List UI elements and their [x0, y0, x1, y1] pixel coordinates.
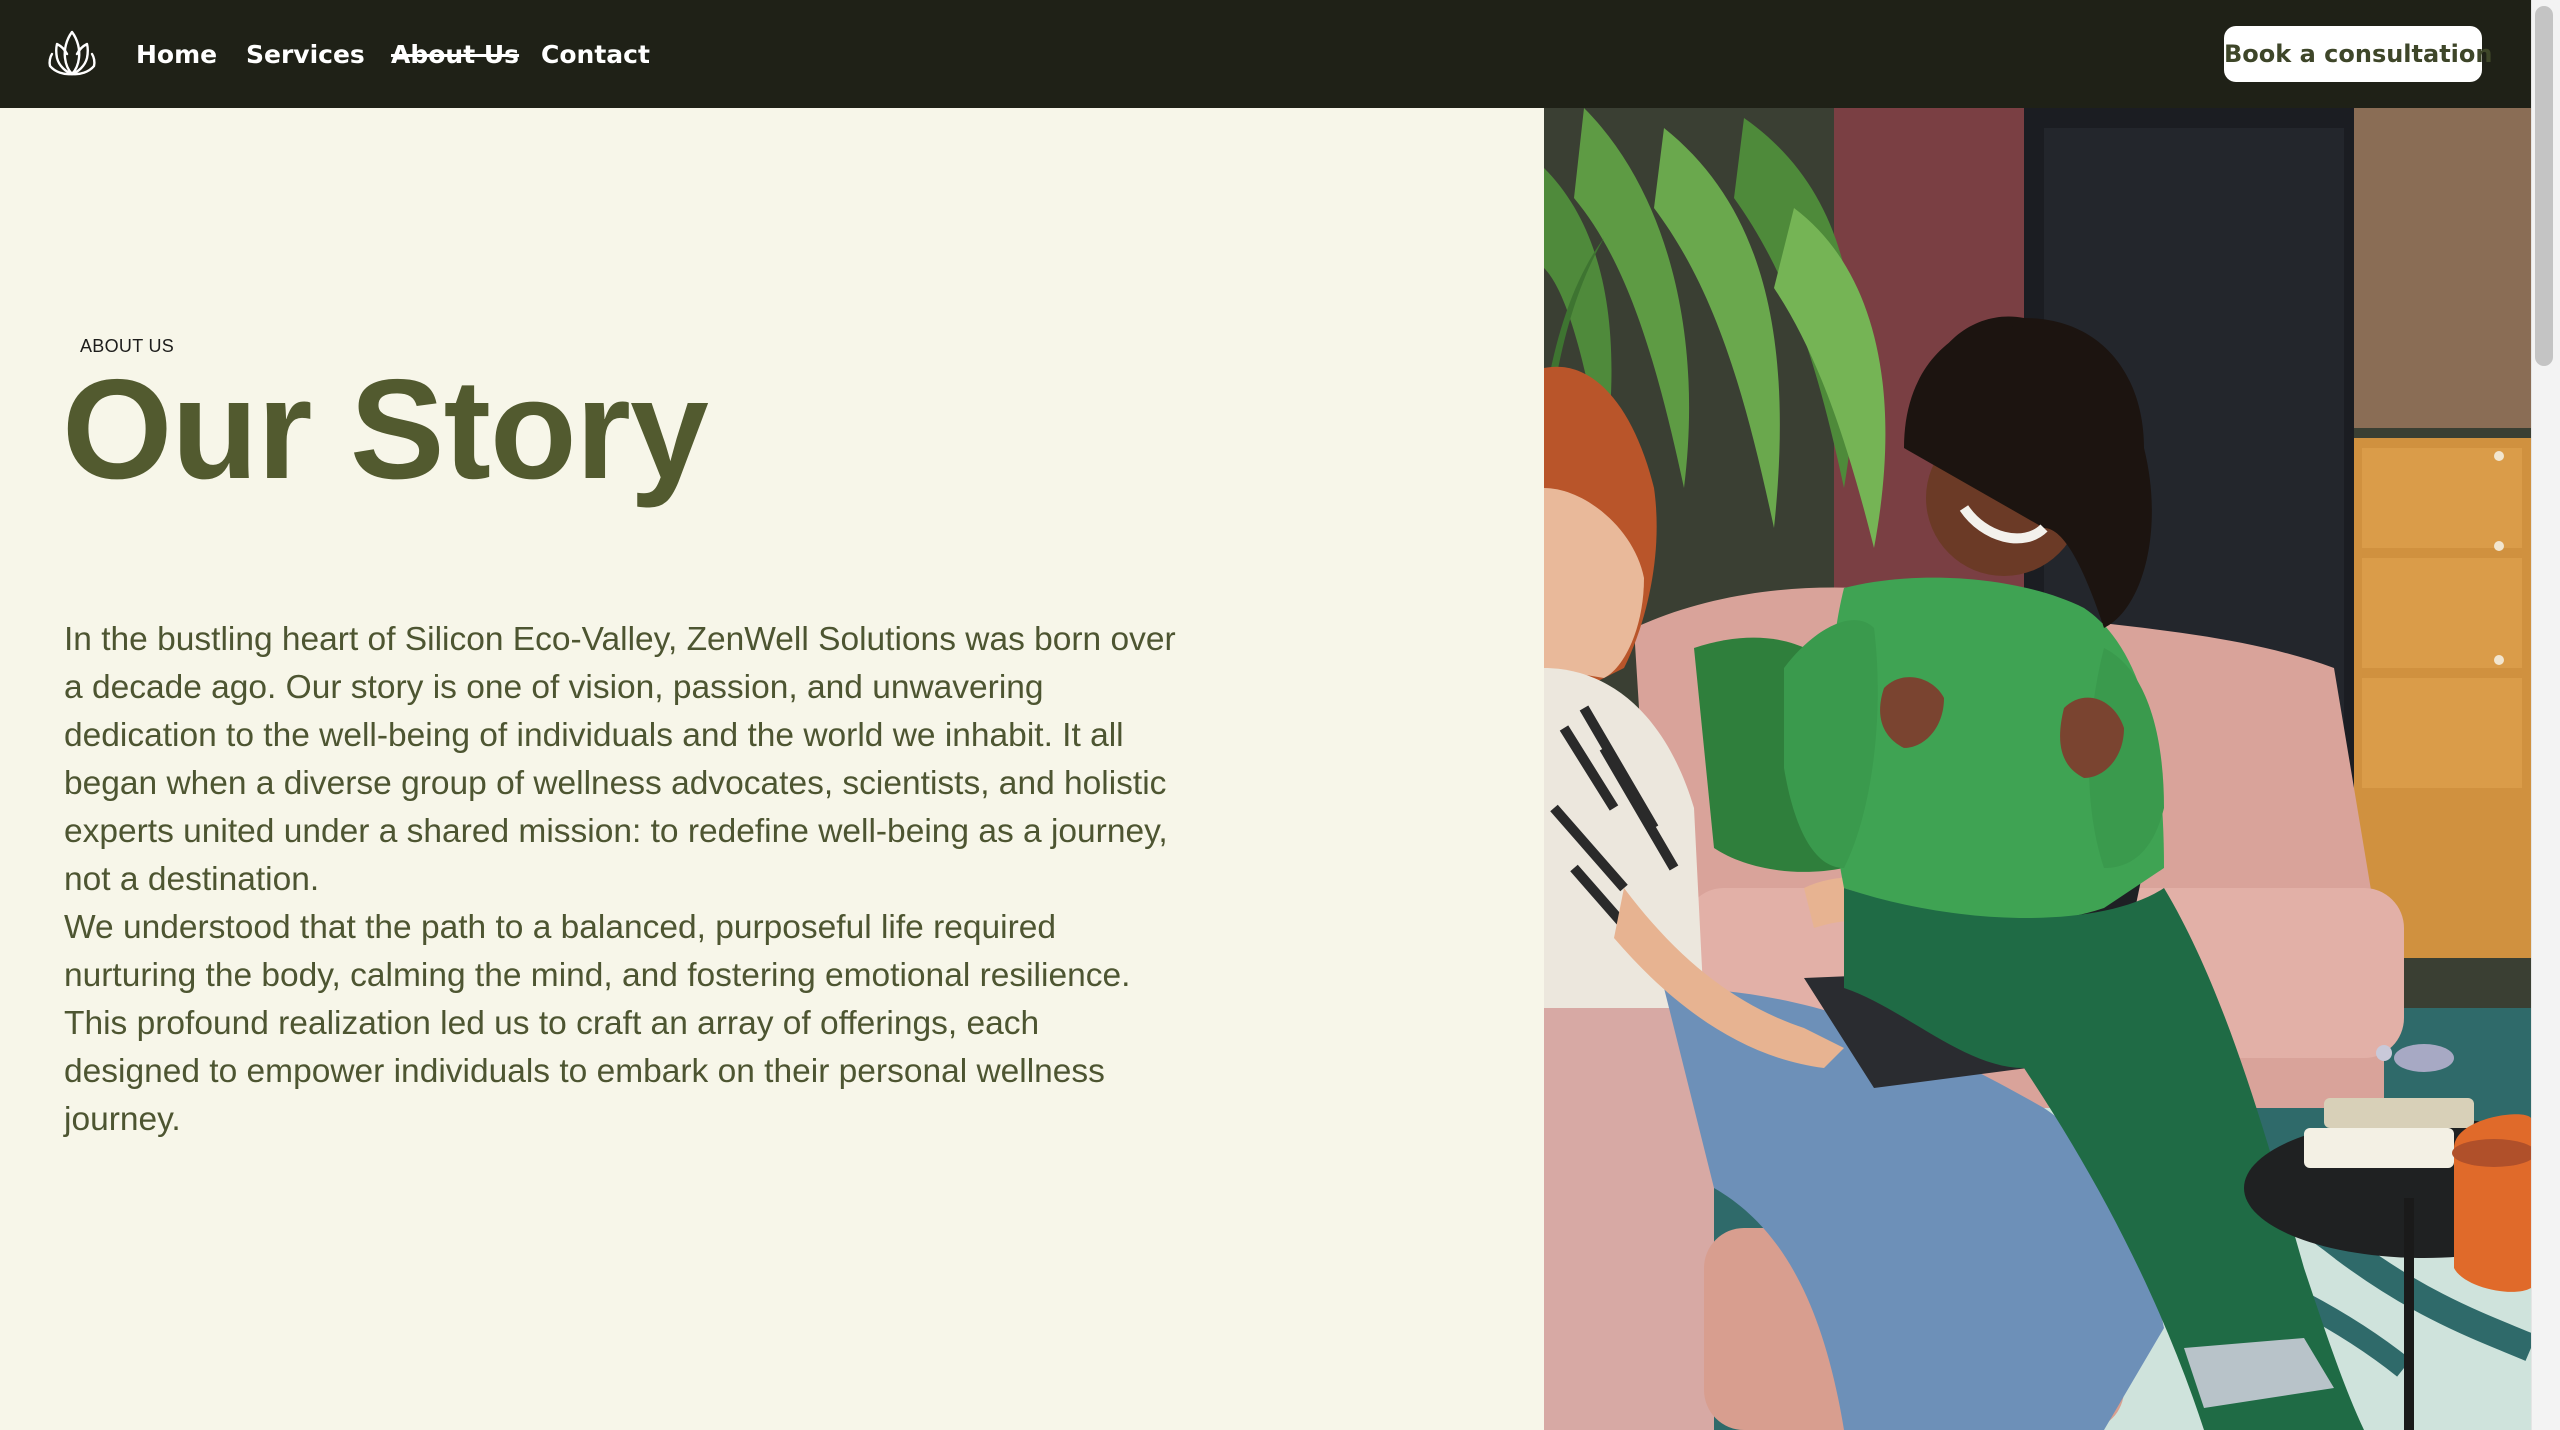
- nav-link-about-us[interactable]: About Us: [391, 38, 519, 72]
- lotus-icon[interactable]: [44, 26, 100, 82]
- scrollbar-thumb[interactable]: [2535, 6, 2553, 366]
- nav-link-home[interactable]: Home: [136, 38, 217, 72]
- story-paragraph-1: In the bustling heart of Silicon Eco-Val…: [64, 621, 1176, 898]
- book-consultation-button[interactable]: Book a consultation: [2224, 26, 2492, 82]
- top-navbar: Home Services About Us Contact Book a co…: [0, 0, 2531, 108]
- hero-photo: [1544, 108, 2531, 1430]
- nav-link-contact[interactable]: Contact: [541, 38, 650, 72]
- page-title: Our Story: [62, 350, 709, 509]
- story-paragraph-2: We understood that the path to a balance…: [64, 909, 1131, 1138]
- nav-link-services[interactable]: Services: [246, 38, 365, 72]
